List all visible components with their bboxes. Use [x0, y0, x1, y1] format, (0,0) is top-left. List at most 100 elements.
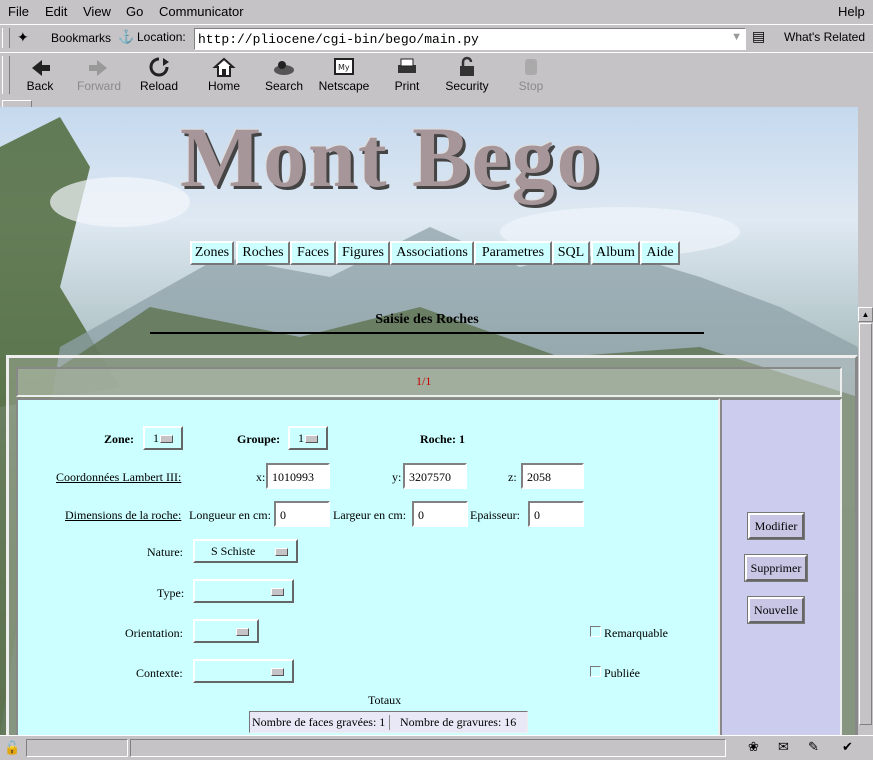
- logo-text: Mont Bego: [180, 109, 602, 205]
- whats-related-icon[interactable]: ▤: [752, 28, 765, 45]
- y-input[interactable]: 3207570: [403, 463, 467, 489]
- back-button[interactable]: Back: [11, 55, 69, 93]
- longueur-label: Longueur en cm:: [189, 508, 271, 522]
- groupe-select-knob: [305, 435, 318, 443]
- composer-icon[interactable]: ✔: [842, 739, 853, 755]
- menu-communicator[interactable]: Communicator: [159, 4, 244, 19]
- svg-text:My: My: [338, 63, 350, 72]
- tab-strip: [0, 99, 873, 108]
- roche-label: Roche: 1: [420, 432, 465, 446]
- status-bar: 🔓 ❀ ✉ ✎ ✔: [0, 735, 873, 760]
- lock-icon: [438, 55, 496, 79]
- menu-go[interactable]: Go: [126, 4, 143, 19]
- epaisseur-input[interactable]: 0: [528, 501, 584, 527]
- nav-aide[interactable]: Aide: [640, 241, 680, 265]
- zone-select[interactable]: 1: [143, 426, 183, 450]
- gravures-total: Nombre de gravures: 16: [400, 715, 517, 729]
- x-label: x:: [256, 470, 266, 484]
- orientation-select[interactable]: [193, 619, 259, 643]
- url-dropdown-icon[interactable]: ▼: [731, 31, 742, 43]
- menu-file[interactable]: File: [8, 4, 29, 19]
- groupe-select[interactable]: 1: [288, 426, 328, 450]
- nav-parametres[interactable]: Parametres: [474, 241, 552, 265]
- type-label: Type:: [157, 586, 185, 600]
- x-input[interactable]: 1010993: [266, 463, 330, 489]
- navigation-toolbar: Back Forward Reload Home Search My Netsc…: [0, 52, 873, 100]
- nature-select-knob: [275, 548, 288, 556]
- forward-icon: [70, 55, 128, 79]
- status-text-area: [130, 739, 726, 757]
- stop-button[interactable]: Stop: [502, 55, 560, 93]
- modifier-button[interactable]: Modifier: [747, 512, 805, 540]
- orientation-select-knob: [236, 628, 249, 636]
- reload-button[interactable]: Reload: [130, 55, 188, 93]
- page-heading: Saisie des Roches: [375, 312, 479, 327]
- stop-icon: [502, 55, 560, 79]
- whats-related-button[interactable]: What's Related: [784, 30, 865, 44]
- nav-zones[interactable]: Zones: [190, 241, 234, 265]
- netscape-button[interactable]: My Netscape: [315, 55, 373, 93]
- nav-roches[interactable]: Roches: [236, 241, 290, 265]
- remarquable-label: Remarquable: [604, 626, 668, 640]
- bookmarks-button[interactable]: ✦ Bookmarks: [13, 27, 113, 49]
- z-label: z:: [508, 470, 517, 484]
- nouvelle-button[interactable]: Nouvelle: [747, 596, 805, 624]
- search-button[interactable]: Search: [255, 55, 313, 93]
- vertical-scrollbar[interactable]: ▲: [858, 107, 873, 735]
- dims-label: Dimensions de la roche:: [65, 508, 182, 522]
- largeur-input[interactable]: 0: [412, 501, 468, 527]
- nature-select[interactable]: S Schiste: [193, 539, 298, 563]
- groupe-value: 1: [298, 431, 304, 445]
- nav-sql[interactable]: SQL: [552, 241, 590, 265]
- type-select[interactable]: [193, 579, 294, 603]
- location-label: Location:: [137, 30, 186, 44]
- nav-faces[interactable]: Faces: [290, 241, 336, 265]
- menu-edit[interactable]: Edit: [45, 4, 67, 19]
- grip-handle[interactable]: [2, 28, 10, 48]
- reload-icon: [130, 55, 188, 79]
- logo: Mont Bego: [180, 114, 700, 200]
- url-text: http://pliocene/cgi-bin/bego/main.py: [198, 32, 479, 47]
- nav-album[interactable]: Album: [591, 241, 640, 265]
- search-label: Search: [264, 79, 304, 93]
- toolbar-grip[interactable]: [2, 56, 10, 94]
- bookmarks-label: Bookmarks: [51, 31, 112, 45]
- nature-value: S Schiste: [211, 544, 256, 558]
- navigator-icon[interactable]: ❀: [748, 739, 759, 755]
- security-button[interactable]: Security: [438, 55, 496, 93]
- publiee-checkbox[interactable]: [590, 666, 601, 677]
- netscape-label: Netscape: [318, 79, 370, 93]
- longueur-input[interactable]: 0: [274, 501, 330, 527]
- y-label: y:: [392, 470, 402, 484]
- heading-rule: [150, 332, 704, 334]
- home-icon: [195, 55, 253, 79]
- url-field[interactable]: http://pliocene/cgi-bin/bego/main.py ▼: [194, 28, 746, 50]
- reload-label: Reload: [139, 79, 179, 93]
- nature-label: Nature:: [147, 545, 183, 559]
- contexte-select[interactable]: [193, 659, 294, 683]
- nav-associations[interactable]: Associations: [390, 241, 474, 265]
- forward-label: Forward: [76, 79, 121, 93]
- home-button[interactable]: Home: [195, 55, 253, 93]
- location-bar: ✦ Bookmarks ⚓ Location: http://pliocene/…: [0, 24, 873, 54]
- type-select-knob: [271, 588, 284, 596]
- supprimer-button[interactable]: Supprimer: [744, 554, 808, 582]
- location-icon: ⚓: [118, 29, 135, 44]
- scroll-thumb[interactable]: [859, 323, 872, 725]
- pager-row: 1/1: [16, 367, 842, 397]
- zone-value: 1: [153, 431, 159, 445]
- menu-view[interactable]: View: [83, 4, 111, 19]
- nav-figures[interactable]: Figures: [336, 241, 390, 265]
- scroll-up-icon[interactable]: ▲: [858, 307, 873, 322]
- remarquable-checkbox[interactable]: [590, 626, 601, 637]
- zone-label: Zone:: [104, 432, 134, 446]
- z-input[interactable]: 2058: [521, 463, 584, 489]
- forward-button[interactable]: Forward: [70, 55, 128, 93]
- discussion-icon[interactable]: ✎: [808, 739, 819, 755]
- security-lock-icon[interactable]: 🔓: [4, 740, 20, 756]
- contexte-label: Contexte:: [136, 666, 183, 680]
- print-button[interactable]: Print: [378, 55, 436, 93]
- menu-help[interactable]: Help: [838, 4, 865, 19]
- back-icon: [11, 55, 69, 79]
- mail-icon[interactable]: ✉: [778, 739, 789, 755]
